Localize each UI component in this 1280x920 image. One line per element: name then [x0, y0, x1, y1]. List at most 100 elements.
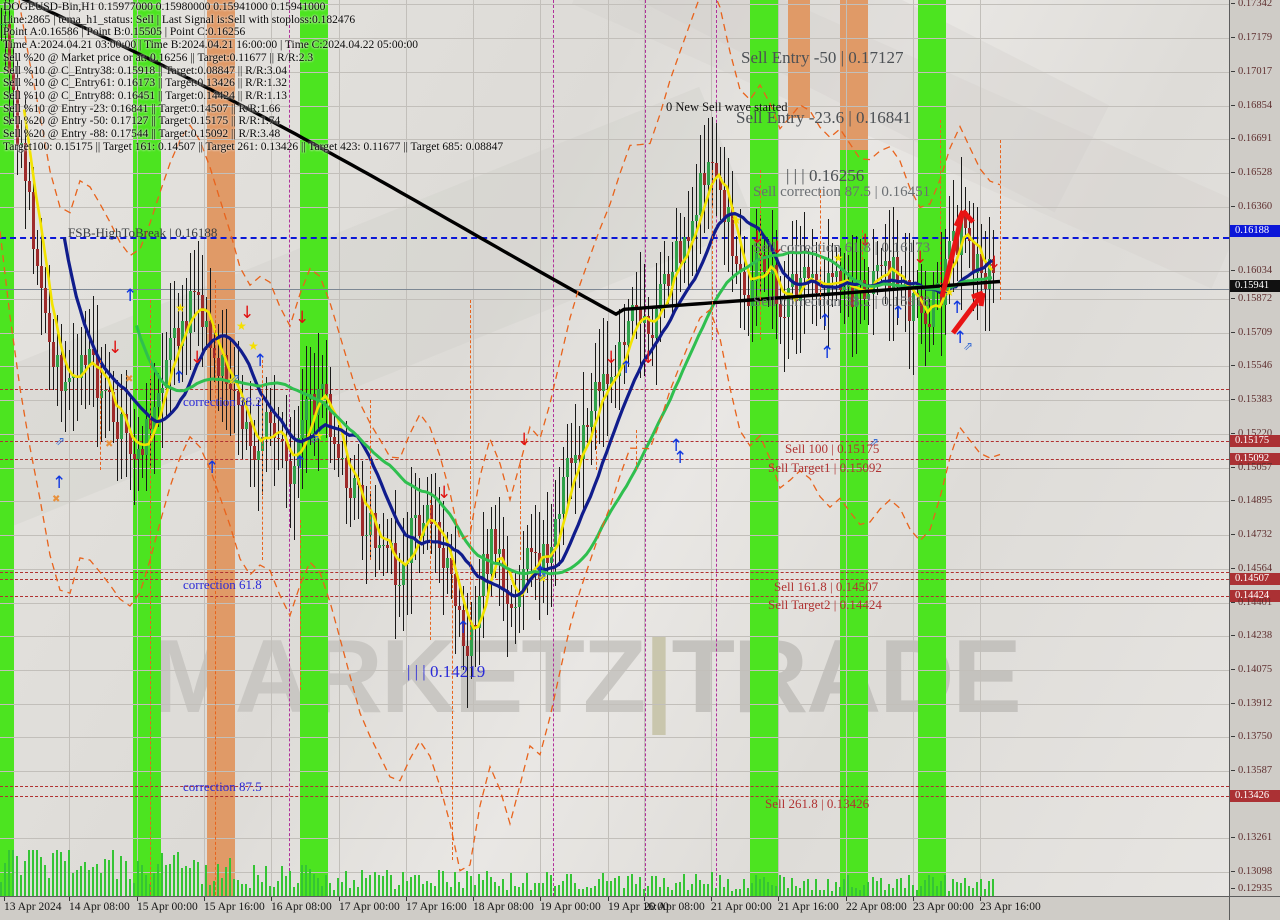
- price-value: 0.14238: [1238, 630, 1273, 641]
- volume-bar: [771, 885, 773, 896]
- sell-arrow-icon: ↓: [108, 338, 123, 358]
- volume-bar: [779, 874, 781, 896]
- volume-bar: [590, 887, 592, 896]
- time-label: 18 Apr 08:00: [473, 901, 534, 913]
- volume-bar: [510, 872, 512, 896]
- volume-bar: [699, 879, 701, 896]
- volume-bar: [482, 880, 484, 896]
- volume-bar: [237, 880, 239, 896]
- sell-target2-label: Sell Target2 | 0.14424: [768, 597, 882, 612]
- volume-bar: [932, 876, 934, 896]
- price-value: 0.17179: [1238, 32, 1273, 43]
- volume-bar: [44, 865, 46, 896]
- volume-bar: [518, 886, 520, 896]
- volume-bar: [438, 870, 440, 896]
- info-line-11: Sell %20 @ Entry -88: 0.17544 || Target:…: [3, 128, 281, 141]
- time-label: 21 Apr 00:00: [711, 901, 772, 913]
- volume-bar: [610, 880, 612, 896]
- volume-bar: [855, 888, 857, 896]
- sell-correction-382-label: Sell correction 38.2 | 0.15918: [753, 294, 931, 310]
- volume-bar: [153, 873, 155, 896]
- price-value: 0.13098: [1238, 866, 1273, 877]
- sell-1618-label: Sell 161.8 | 0.14507: [774, 579, 879, 594]
- volume-bar: [253, 864, 255, 896]
- star-marker-icon: ★: [731, 213, 742, 227]
- info-line-1: DOGEUSD-Bin,H1 0.15977000 0.15980000 0.1…: [3, 1, 326, 13]
- tick-mark: [1231, 669, 1235, 670]
- time-label: 16 Apr 08:00: [271, 901, 332, 913]
- buy-arrow-icon: ↑: [820, 343, 835, 363]
- scale-corner[interactable]: [1229, 896, 1280, 920]
- volume-bar: [120, 856, 122, 896]
- sell-100-label: Sell 100 | 0.15175: [785, 441, 880, 456]
- time-scale[interactable]: 13 Apr 2024 14 Apr 08:00 15 Apr 00:00 15 Ap…: [0, 896, 1229, 920]
- volume-bar: [353, 880, 355, 896]
- time-label: 14 Apr 08:00: [69, 901, 130, 913]
- volume-bar: [494, 881, 496, 896]
- buy-arrow-icon: ↑: [253, 351, 268, 371]
- tick-mark: [1231, 365, 1235, 366]
- price-tick: 0.15872: [1230, 293, 1280, 305]
- volume-bar: [663, 877, 665, 896]
- volume-bar: [193, 860, 195, 896]
- volume-bar: [976, 882, 978, 896]
- volume-bar: [992, 878, 994, 896]
- price-tick: 0.15383: [1230, 394, 1280, 406]
- volume-bar: [542, 883, 544, 896]
- volume-bar: [181, 867, 183, 896]
- hollow-arrow-icon: ⇗: [537, 569, 548, 583]
- envelope-segment: [820, 190, 821, 300]
- volume-bar: [502, 878, 504, 896]
- volume-bar: [546, 872, 548, 896]
- volume-bar: [635, 884, 637, 896]
- volume-bar: [309, 868, 311, 896]
- time-label: 15 Apr 00:00: [137, 901, 198, 913]
- volume-bar: [904, 888, 906, 896]
- volume-bar: [378, 874, 380, 896]
- envelope-segment: [712, 170, 713, 340]
- info-line-5: Sell %20 @ Market price or at: 0.16256 |…: [3, 51, 314, 64]
- sell-2618-label: Sell 261.8 | 0.13426: [765, 796, 870, 811]
- volume-bar: [257, 874, 259, 896]
- sell-arrow-icon: ↓: [517, 430, 532, 450]
- price-tick: 0.15941: [1230, 280, 1280, 292]
- volume-bar: [374, 871, 376, 896]
- price-value: 0.14075: [1238, 664, 1273, 675]
- volume-bar: [972, 888, 974, 896]
- volume-bar: [92, 866, 94, 896]
- volume-bar: [265, 865, 267, 896]
- price-scale[interactable]: 0.17342 0.17179 0.17017 0.16854 0.16691 0.165…: [1229, 0, 1280, 896]
- volume-bar: [719, 874, 721, 896]
- buy-arrow-icon: ↑: [818, 311, 833, 331]
- price-value: 0.16854: [1238, 100, 1273, 111]
- chart-plot-area[interactable]: MARKETZ|TRADE: [0, 0, 1229, 896]
- volume-bar: [56, 850, 58, 896]
- volume-bar: [100, 872, 102, 896]
- volume-bar: [743, 878, 745, 896]
- volume-bar: [627, 875, 629, 896]
- volume-bar: [835, 882, 837, 896]
- price-value: 0.13750: [1238, 731, 1273, 742]
- price-tick: 0.15175: [1230, 435, 1280, 447]
- envelope-segment: [520, 460, 521, 560]
- volume-bar: [474, 884, 476, 896]
- volume-bar: [526, 872, 528, 896]
- volume-bar: [582, 888, 584, 896]
- price-tick: 0.14895: [1230, 495, 1280, 507]
- volume-bar: [847, 875, 849, 896]
- point-b-label-label: | | | 0.14219: [407, 662, 486, 681]
- volume-bar: [141, 864, 143, 896]
- volume-bar: [655, 875, 657, 896]
- price-value: 0.15709: [1238, 327, 1273, 338]
- point-c-label-label: | | | 0.16256: [786, 166, 865, 185]
- volume-bar: [936, 885, 938, 896]
- volume-bar: [205, 864, 207, 896]
- volume-bar: [281, 866, 283, 896]
- price-tick: 0.12935: [1230, 883, 1280, 895]
- volume-bar: [594, 886, 596, 896]
- price-value: 0.14732: [1238, 529, 1273, 540]
- price-value: 0.14401: [1238, 597, 1273, 608]
- price-tick: 0.17179: [1230, 32, 1280, 44]
- volume-bar: [406, 880, 408, 896]
- volume-bar: [839, 886, 841, 896]
